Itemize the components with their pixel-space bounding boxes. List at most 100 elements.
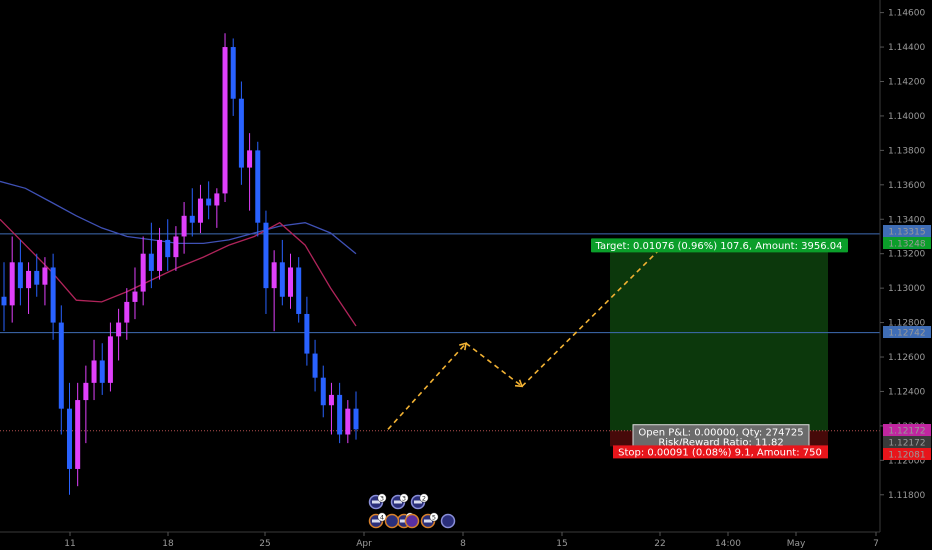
candle[interactable] [26, 262, 32, 314]
candle[interactable] [1, 262, 7, 332]
candle-body [320, 377, 326, 406]
candle-body [328, 394, 334, 406]
candle[interactable] [296, 257, 302, 323]
candle[interactable] [91, 339, 97, 401]
candle[interactable] [263, 210, 269, 314]
candle[interactable] [320, 365, 326, 418]
price-tick-label: 1.13600 [888, 181, 925, 191]
candle-body [181, 215, 187, 237]
candle[interactable] [99, 343, 105, 395]
candle-body [271, 262, 277, 289]
candle[interactable] [50, 253, 56, 340]
candle[interactable] [247, 133, 253, 211]
candle-body [173, 236, 179, 258]
candle[interactable] [353, 391, 359, 440]
candle-body [42, 267, 48, 285]
candle[interactable] [271, 250, 277, 332]
candle[interactable] [34, 253, 40, 297]
event-marker[interactable]: 2 [410, 493, 429, 510]
target-label: Target: 0.01076 (0.96%) 107.6, Amount: 3… [595, 241, 843, 252]
candle[interactable] [116, 308, 122, 361]
candle[interactable] [206, 181, 212, 220]
price-axis[interactable]: 1.118001.120001.122001.124001.126001.128… [879, 0, 931, 532]
price-tick-label: 1.14200 [888, 77, 925, 87]
candle[interactable] [75, 382, 81, 487]
candle[interactable] [58, 305, 64, 435]
candle[interactable] [345, 400, 351, 444]
candle-body [238, 98, 244, 168]
time-tick-label: 15 [556, 539, 567, 549]
candle[interactable] [181, 202, 187, 254]
candle-body [140, 253, 146, 292]
candle-body [34, 270, 40, 285]
candle[interactable] [197, 184, 203, 234]
price-tag: 1.13248 [888, 240, 925, 250]
candle-body [263, 222, 269, 289]
candle[interactable] [230, 38, 236, 116]
target-zone [610, 245, 828, 431]
projection-segment [465, 342, 523, 387]
candle-body [157, 239, 163, 271]
candle[interactable] [132, 267, 138, 320]
candle[interactable] [328, 382, 334, 435]
candle[interactable] [124, 288, 130, 340]
candle[interactable] [173, 226, 179, 271]
economic-event-markers[interactable]: 332435 [368, 493, 456, 529]
candlestick-series[interactable] [1, 33, 359, 495]
candle-body [288, 267, 294, 297]
price-tag: 1.12172 [888, 427, 925, 437]
price-tick-label: 1.11800 [888, 491, 925, 501]
candle[interactable] [148, 222, 154, 289]
candle[interactable] [279, 239, 285, 306]
event-flag-icon [404, 513, 420, 529]
time-tick-label: 22 [654, 539, 665, 549]
price-tick-label: 1.13200 [888, 250, 925, 260]
candle[interactable] [140, 236, 146, 306]
event-count: 2 [422, 495, 426, 503]
candle-body [255, 150, 261, 223]
candle-body [107, 336, 113, 383]
candle[interactable] [17, 239, 23, 306]
candle[interactable] [312, 339, 318, 392]
time-axis[interactable]: 11 18 25 Apr 8 15 22 14:00 May 7 [0, 531, 880, 549]
candle[interactable] [189, 188, 195, 237]
candle-body [296, 267, 302, 314]
candle[interactable] [157, 227, 163, 280]
event-count: 5 [432, 514, 436, 522]
candle-body [91, 360, 97, 383]
candle[interactable] [83, 365, 89, 444]
event-marker[interactable]: 5 [420, 512, 439, 529]
price-tag: 1.12081 [888, 451, 925, 461]
candle[interactable] [66, 382, 72, 495]
candle[interactable] [9, 236, 15, 323]
candle-body [230, 47, 236, 99]
candle[interactable] [42, 257, 48, 306]
event-count: 3 [402, 495, 406, 503]
candle[interactable] [337, 382, 343, 444]
candle-body [206, 198, 212, 206]
candle[interactable] [304, 296, 310, 366]
candle[interactable] [214, 188, 220, 228]
candle-body [279, 262, 285, 297]
price-tag: 1.12742 [888, 329, 925, 339]
candle[interactable] [288, 253, 294, 309]
price-tick-label: 1.12400 [888, 387, 925, 397]
candle-body [83, 382, 89, 401]
candle[interactable] [222, 33, 228, 203]
time-tick-label: 7 [873, 539, 879, 549]
price-tick-label: 1.14000 [888, 112, 925, 122]
event-marker[interactable]: 3 [390, 493, 409, 510]
candle-body [124, 301, 130, 323]
candle-body [66, 408, 72, 469]
event-marker[interactable]: 4 [368, 512, 387, 529]
candle[interactable] [238, 81, 244, 185]
price-tag: 1.12172 [888, 439, 925, 449]
candle[interactable] [165, 219, 171, 271]
candle[interactable] [255, 141, 261, 237]
candle-body [189, 215, 195, 223]
event-flag-icon [384, 513, 400, 529]
trading-chart[interactable]: Target: 0.01076 (0.96%) 107.6, Amount: 3… [0, 0, 932, 550]
candle-body [17, 262, 23, 289]
candle-body [9, 262, 15, 306]
event-marker[interactable]: 3 [368, 493, 387, 510]
